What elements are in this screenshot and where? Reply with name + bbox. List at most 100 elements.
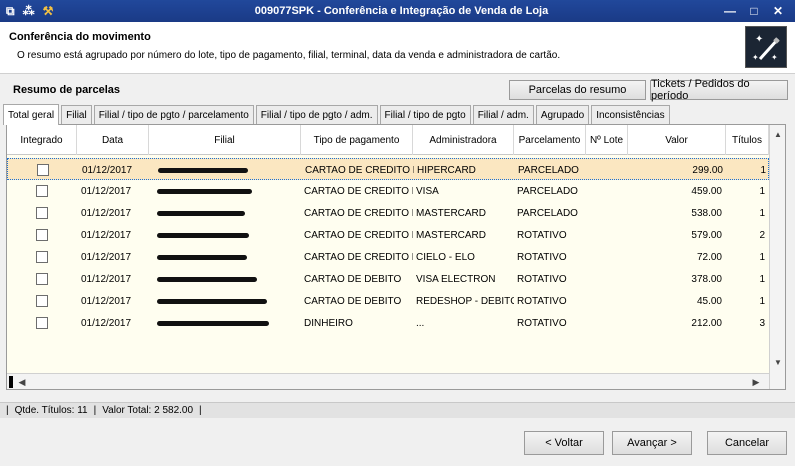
magic-wand-icon: ✦ ✦ ✦ — [745, 26, 787, 68]
column-header-lote[interactable]: Nº Lote — [586, 125, 628, 155]
cell-titulos: 1 — [760, 164, 766, 176]
status-bar: | Qtde. Títulos: 11 | Valor Total: 2 582… — [0, 402, 795, 418]
cell-titulos: 1 — [759, 185, 765, 197]
cell-filial — [149, 312, 301, 334]
cell-adm: VISA — [416, 185, 439, 197]
cell-parcel: ROTATIVO — [517, 229, 567, 241]
cell-titulos: 2 — [759, 229, 765, 241]
cell-lote — [586, 312, 628, 334]
integrado-checkbox[interactable] — [36, 185, 48, 197]
table-row[interactable]: 01/12/2017 CARTAO DE CREDITO F MASTERCARD P… — [7, 202, 769, 224]
summary-label: Resumo de parcelas — [13, 84, 120, 96]
cell-valor: 45.00 — [696, 295, 722, 307]
column-header-titulos[interactable]: Títulos — [726, 125, 769, 155]
redacted-filial — [157, 254, 247, 260]
cell-date: 01/12/2017 — [81, 295, 132, 307]
cell-adm: ... — [416, 317, 425, 329]
cell-parcel: PARCELADO — [518, 164, 579, 176]
redacted-filial — [157, 210, 245, 216]
horizontal-scrollbar[interactable]: ◀ ▶ — [7, 373, 769, 389]
cell-integrado — [7, 202, 77, 224]
tab-filial-tipo-parcelamento[interactable]: Filial / tipo de pgto / parcelamento — [93, 105, 254, 124]
table-row[interactable]: 01/12/2017 DINHEIRO... ROTATIVO 212.00 3 — [7, 312, 769, 334]
column-header-parcelamento[interactable]: Parcelamento — [514, 125, 586, 155]
column-header-tipo-pagamento[interactable]: Tipo de pagamento — [301, 125, 413, 155]
cell-filial — [149, 224, 301, 246]
cell-adm: MASTERCARD — [416, 229, 487, 241]
cell-parcel: ROTATIVO — [517, 317, 567, 329]
scroll-left-icon[interactable]: ◀ — [15, 375, 29, 389]
cell-tipo: CARTAO DE CREDITO F — [304, 207, 413, 219]
integrado-checkbox[interactable] — [36, 317, 48, 329]
cell-filial — [149, 290, 301, 312]
column-header-data[interactable]: Data — [77, 125, 149, 155]
integrado-checkbox[interactable] — [37, 164, 49, 176]
scroll-thumb[interactable] — [9, 376, 13, 388]
integrado-checkbox[interactable] — [36, 207, 48, 219]
cell-filial — [149, 202, 301, 224]
cell-valor: 579.00 — [691, 229, 722, 241]
scroll-down-icon[interactable]: ▼ — [771, 355, 785, 369]
tab-total-geral[interactable]: Total geral — [3, 104, 60, 125]
scroll-up-icon[interactable]: ▲ — [771, 127, 785, 141]
scroll-right-icon[interactable]: ▶ — [749, 375, 763, 389]
table-row[interactable]: 01/12/2017 CARTAO DE CREDITO F MASTERCARD R… — [7, 224, 769, 246]
integrado-checkbox[interactable] — [36, 229, 48, 241]
cell-lote — [586, 246, 628, 268]
integrado-checkbox[interactable] — [36, 273, 48, 285]
vertical-scrollbar[interactable]: ▲ ▼ — [769, 125, 785, 389]
parcelas-resumo-button[interactable]: Parcelas do resumo — [509, 80, 646, 100]
cancelar-button[interactable]: Cancelar — [707, 431, 787, 455]
cell-date: 01/12/2017 — [81, 185, 132, 197]
table-row[interactable]: 01/12/2017 CARTAO DE DEBITO REDESHOP - DEB… — [7, 290, 769, 312]
cell-integrado — [7, 180, 77, 202]
tab-filial[interactable]: Filial — [61, 105, 92, 124]
tab-filial-adm[interactable]: Filial / adm. — [472, 105, 534, 124]
cell-valor: 299.00 — [692, 164, 723, 176]
tab-filial-tipo-pgto[interactable]: Filial / tipo de pgto — [379, 105, 471, 124]
cell-date: 01/12/2017 — [81, 273, 132, 285]
cell-valor: 72.00 — [696, 251, 722, 263]
cell-lote — [586, 202, 628, 224]
cell-lote — [586, 180, 628, 202]
tab-filial-tipo-adm[interactable]: Filial / tipo de pgto / adm. — [255, 105, 378, 124]
wrench-icon[interactable]: ⚒ — [43, 4, 54, 18]
cell-integrado — [7, 268, 77, 290]
tab-inconsistencias[interactable]: Inconsistências — [591, 105, 670, 124]
column-header-valor[interactable]: Valor — [628, 125, 726, 155]
cell-date: 01/12/2017 — [81, 251, 132, 263]
close-button[interactable]: ✕ — [771, 4, 785, 18]
integrado-checkbox[interactable] — [36, 251, 48, 263]
cell-date: 01/12/2017 — [81, 229, 132, 241]
tab-agrupado[interactable]: Agrupado — [535, 105, 590, 124]
table-row[interactable]: 01/12/2017 CARTAO DE CREDITO F VISA PARCELA… — [7, 180, 769, 202]
page-title: Conferência do movimento — [9, 31, 151, 43]
cell-valor: 378.00 — [691, 273, 722, 285]
cell-tipo: CARTAO DE DEBITO — [304, 273, 402, 285]
table-row[interactable]: 01/12/2017 CARTAO DE DEBITO VISA ELECTRON R… — [7, 268, 769, 290]
redacted-filial — [157, 298, 267, 304]
cell-date: 01/12/2017 — [81, 207, 132, 219]
voltar-button[interactable]: < Voltar — [524, 431, 604, 455]
maximize-button[interactable]: □ — [747, 4, 761, 18]
integrado-checkbox[interactable] — [36, 295, 48, 307]
cell-integrado — [7, 312, 77, 334]
app-menu-icon[interactable]: ⧉ — [6, 4, 15, 19]
column-header-integrado[interactable]: Integrado — [7, 125, 77, 155]
cell-lote — [586, 224, 628, 246]
column-header-administradora[interactable]: Administradora — [413, 125, 514, 155]
redacted-filial — [157, 188, 252, 194]
redacted-filial — [158, 167, 248, 173]
cell-integrado — [7, 290, 77, 312]
tickets-pedidos-button[interactable]: Tickets / Pedidos do período — [650, 78, 788, 102]
cell-adm: VISA ELECTRON — [416, 273, 496, 285]
table-row[interactable]: 01/12/2017 CARTAO DE CREDITO F HIPERCARD PA… — [7, 158, 769, 180]
traffic-light-icon[interactable]: ⁂ — [23, 4, 35, 18]
column-header-filial[interactable]: Filial — [149, 125, 301, 155]
cell-integrado — [8, 159, 78, 181]
cell-integrado — [7, 246, 77, 268]
cell-titulos: 1 — [759, 273, 765, 285]
table-row[interactable]: 01/12/2017 CARTAO DE CREDITO F CIELO - ELO… — [7, 246, 769, 268]
minimize-button[interactable]: — — [723, 4, 737, 18]
avancar-button[interactable]: Avançar > — [612, 431, 692, 455]
